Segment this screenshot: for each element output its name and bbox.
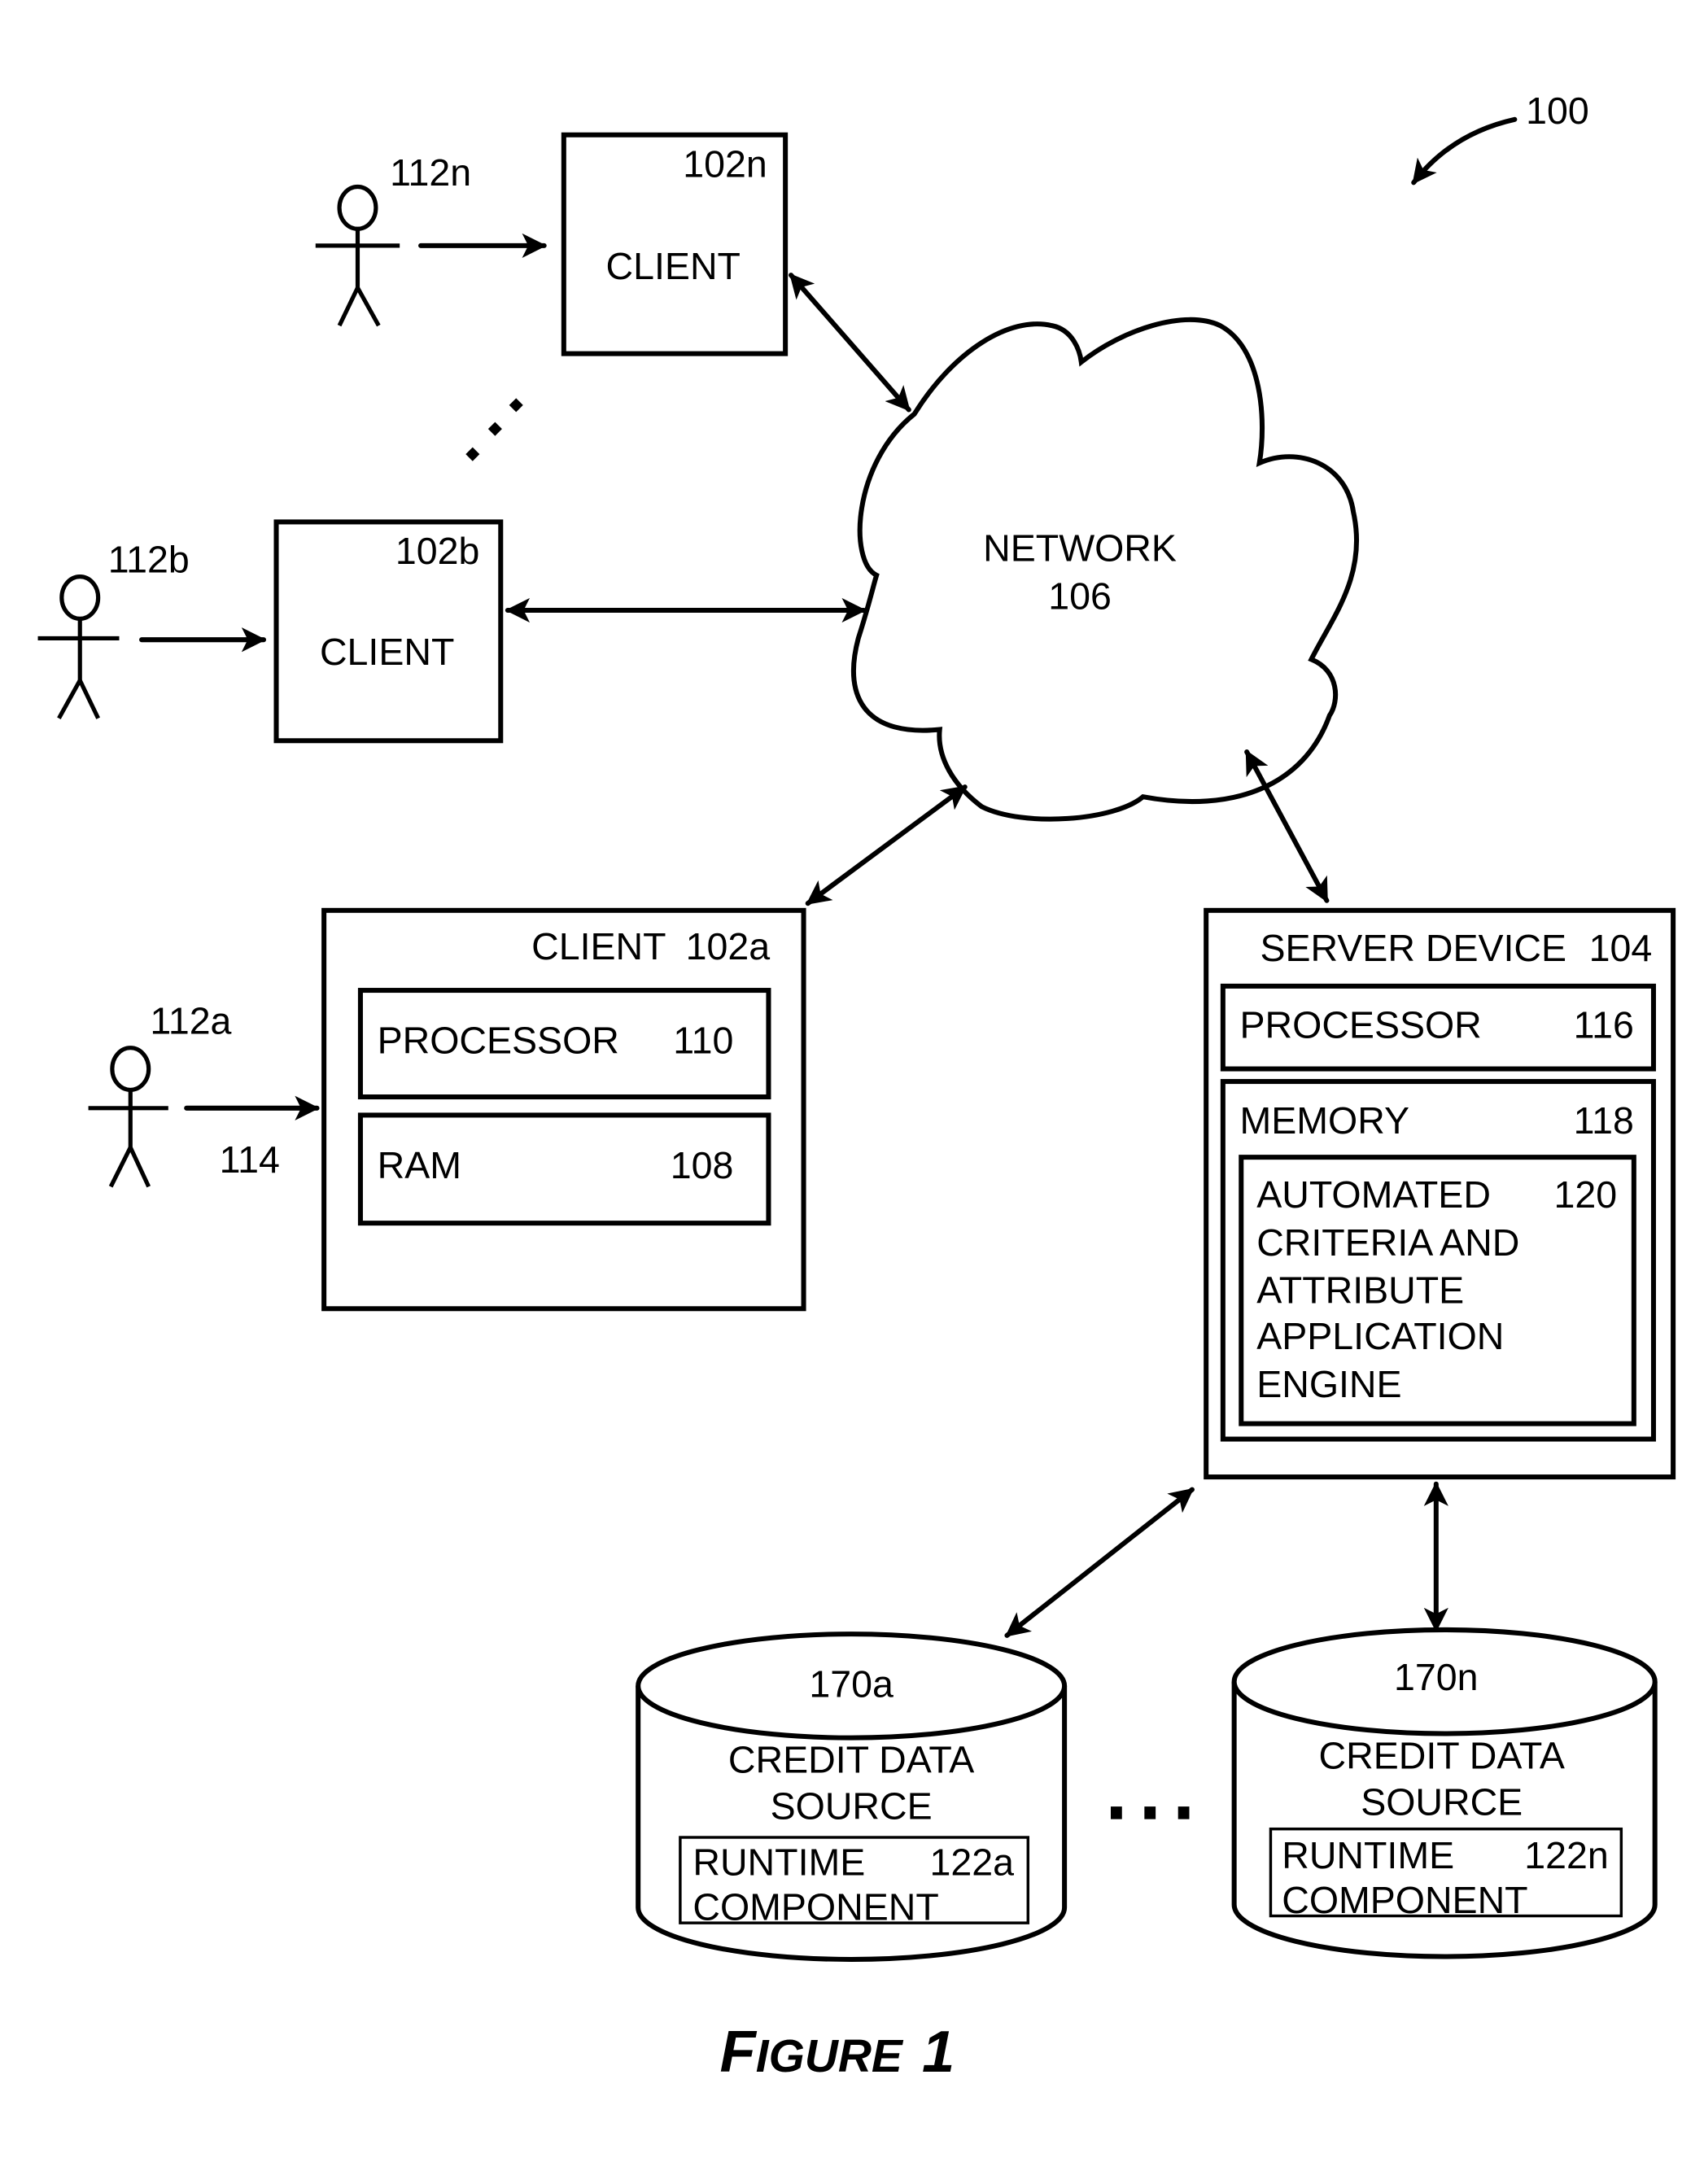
system-diagram: 100 112n 102n CLIENT 112b 102b CLIENT NE… [37,90,1676,2085]
memory-label: MEMORY [1240,1099,1409,1142]
more-datasources-ellipsis [1110,1806,1190,1819]
engine-label-line: ATTRIBUTE [1256,1269,1464,1311]
runtime-component-122n: RUNTIME 122n COMPONENT [1269,1827,1623,1921]
ram-108: RAM 108 [357,1112,771,1226]
client-label: CLIENT [606,245,741,287]
client-label: CLIENT 102a [531,925,770,968]
user-ref-label: 112b [108,538,190,580]
client-102b: 102b CLIENT [273,519,504,744]
network-106: NETWORK 106 [850,317,1360,822]
client-ref-label: 102b [395,530,479,572]
client-102n-network-link [789,273,911,413]
datasource-title-line: SOURCE [771,1785,933,1828]
user-112b: 112b [37,538,190,719]
engine-label-line: AUTOMATED [1256,1173,1491,1216]
server-device-104: SERVER DEVICE 104 PROCESSOR 116 MEMORY 11… [1204,907,1676,1480]
figure-reference-numeral: 100 [1526,90,1589,132]
credit-data-source-170a: 170a CREDIT DATA SOURCE RUNTIME 122a COM… [636,1631,1068,1962]
figure-reference-arrow [1411,116,1518,186]
processor-ref-label: 110 [673,1020,733,1062]
network-label: NETWORK [983,527,1177,570]
criteria-attribute-engine-120: 120 AUTOMATED CRITERIA AND ATTRIBUTE APP… [1239,1155,1636,1426]
network-ref-label: 106 [1048,574,1112,617]
runtime-ref-label: 122n [1524,1834,1608,1876]
processor-label: PROCESSOR [1240,1004,1482,1046]
memory-118: MEMORY 118 120 AUTOMATED CRITERIA AND AT… [1220,1079,1656,1442]
runtime-label: RUNTIME [1282,1834,1454,1876]
client-label: CLIENT [320,631,454,673]
runtime-component-122a: RUNTIME 122a COMPONENT [679,1836,1030,1928]
cloud-icon [850,317,1360,822]
input-ref-label: 114 [220,1138,280,1181]
datasource-title-line: CREDIT DATA [1319,1735,1565,1777]
datasource-ref-label: 170a [809,1663,894,1706]
stick-figure-icon [88,1046,168,1188]
user-ref-label: 112n [390,151,471,194]
client-102n: 102n CLIENT [561,132,789,356]
runtime-label: RUNTIME [693,1841,865,1884]
figure-caption: FIGURE 1 [720,2019,955,2085]
processor-116: PROCESSOR 116 [1220,983,1656,1072]
datasource-title-line: CREDIT DATA [728,1739,974,1781]
more-clients-ellipsis [465,398,523,461]
engine-label-line: APPLICATION [1256,1315,1504,1357]
engine-ref-label: 120 [1554,1173,1618,1216]
runtime-ref-label: 122a [930,1841,1015,1884]
stick-figure-icon [37,574,120,719]
client-102a-network-link [805,784,968,906]
client-102a: CLIENT 102a PROCESSOR 110 RAM 108 [321,907,806,1312]
runtime-label: COMPONENT [693,1886,938,1928]
processor-ref-label: 116 [1574,1004,1634,1046]
ram-ref-label: 108 [671,1144,734,1186]
user-ref-label: 112a [150,999,231,1042]
credit-data-source-170n: 170n CREDIT DATA SOURCE RUNTIME 122n COM… [1231,1627,1658,1959]
processor-110: PROCESSOR 110 [357,988,771,1100]
datasource-title-line: SOURCE [1361,1780,1523,1823]
stick-figure-icon [315,184,400,327]
ram-label: RAM [378,1144,461,1186]
user-112n: 112n [315,151,471,327]
datasource-ref-label: 170n [1394,1656,1478,1698]
client-ref-label: 102n [683,142,767,185]
runtime-label: COMPONENT [1282,1879,1527,1921]
server-label: SERVER DEVICE 104 [1260,927,1652,969]
user-112a: 112a [88,999,232,1188]
engine-label-line: CRITERIA AND [1256,1221,1519,1264]
server-datasource-170a-link [1004,1487,1195,1638]
processor-label: PROCESSOR [378,1020,619,1062]
memory-ref-label: 118 [1574,1099,1634,1142]
engine-label-line: ENGINE [1256,1363,1401,1405]
